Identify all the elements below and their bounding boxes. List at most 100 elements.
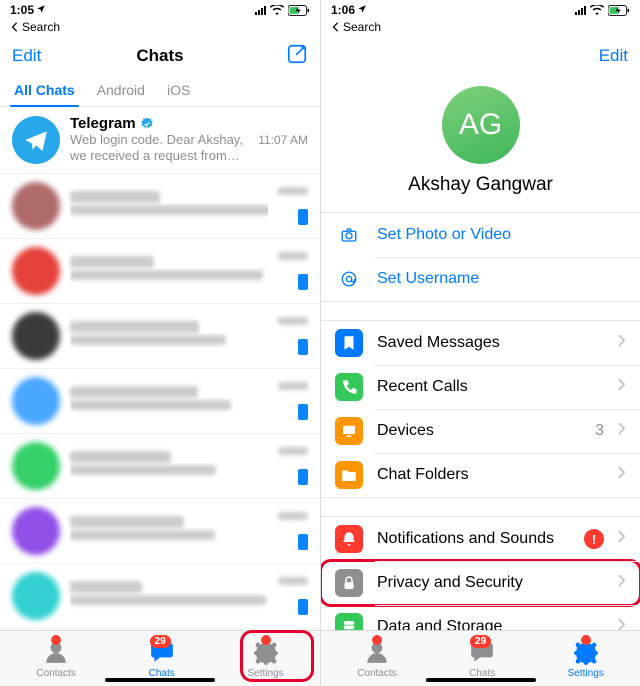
- phone-icon: [335, 373, 363, 401]
- tab-chats[interactable]: 29 Chats: [469, 639, 495, 679]
- chat-preview: Web login code. Dear Akshay, we received…: [70, 132, 248, 165]
- avatar-blurred: [12, 247, 60, 295]
- avatar-blurred: [12, 377, 60, 425]
- set-username-row[interactable]: Set Username: [321, 257, 640, 301]
- avatar-blurred: [12, 312, 60, 360]
- row-label: Devices: [377, 422, 581, 440]
- settings-row-data-and-storage[interactable]: Data and Storage: [321, 605, 640, 630]
- back-to-search[interactable]: Search: [321, 20, 640, 36]
- chat-row-blurred[interactable]: [0, 499, 320, 564]
- device-icon: [335, 417, 363, 445]
- battery-icon: [288, 5, 310, 16]
- avatar-blurred: [12, 572, 60, 620]
- chevron-right-icon: [618, 530, 626, 548]
- chat-row-blurred[interactable]: [0, 174, 320, 239]
- chat-row-blurred[interactable]: [0, 369, 320, 434]
- chat-row-blurred[interactable]: [0, 564, 320, 629]
- unread-indicator: [298, 209, 308, 225]
- chevron-right-icon: [618, 466, 626, 484]
- tab-android[interactable]: Android: [97, 76, 145, 106]
- folder-icon: [335, 461, 363, 489]
- camera-icon: [335, 221, 363, 249]
- settings-row-chat-folders[interactable]: Chat Folders: [321, 453, 640, 497]
- avatar[interactable]: AG: [442, 86, 520, 164]
- chevron-right-icon: [618, 378, 626, 396]
- tab-all-chats[interactable]: All Chats: [14, 76, 75, 106]
- set-photo-row[interactable]: Set Photo or Video: [321, 213, 640, 257]
- avatar-blurred: [12, 507, 60, 555]
- status-time: 1:06: [331, 3, 355, 17]
- settings-badge: [261, 635, 271, 645]
- avatar-blurred: [12, 182, 60, 230]
- mention-icon: [335, 265, 363, 293]
- wifi-icon: [270, 5, 284, 15]
- unread-indicator: [298, 469, 308, 485]
- settings-row-notifications-and-sounds[interactable]: Notifications and Sounds !: [321, 517, 640, 561]
- row-label: Notifications and Sounds: [377, 530, 570, 548]
- chat-list[interactable]: Telegram Web login code. Dear Akshay, we…: [0, 107, 320, 630]
- profile-name: Akshay Gangwar: [408, 174, 553, 196]
- chevron-right-icon: [618, 422, 626, 440]
- unread-indicator: [298, 339, 308, 355]
- nav-bar: Edit: [321, 36, 640, 76]
- row-detail: 3: [595, 422, 604, 440]
- data-icon: [335, 613, 363, 630]
- avatar-blurred: [12, 442, 60, 490]
- chats-screen: 1:05 Search Edit Chats All Chats Android…: [0, 0, 320, 686]
- settings-row-privacy-and-security[interactable]: Privacy and Security: [321, 561, 640, 605]
- wifi-icon: [590, 5, 604, 15]
- edit-button[interactable]: Edit: [599, 46, 628, 66]
- tab-chats[interactable]: 29 Chats: [149, 639, 175, 679]
- chevron-right-icon: [618, 334, 626, 352]
- home-indicator[interactable]: [105, 678, 215, 682]
- tab-bar: Contacts 29 Chats Settings: [0, 630, 320, 686]
- tab-ios[interactable]: iOS: [167, 76, 190, 106]
- verified-icon: [140, 117, 154, 131]
- location-icon: [357, 3, 367, 17]
- tab-settings[interactable]: Settings: [568, 639, 604, 679]
- back-to-search[interactable]: Search: [0, 20, 320, 36]
- status-time: 1:05: [10, 3, 34, 17]
- telegram-avatar: [12, 116, 60, 164]
- tab-contacts[interactable]: Contacts: [357, 639, 396, 679]
- unread-indicator: [298, 599, 308, 615]
- unread-indicator: [298, 534, 308, 550]
- location-icon: [36, 3, 46, 17]
- row-label: Chat Folders: [377, 466, 604, 484]
- chat-row-blurred[interactable]: [0, 434, 320, 499]
- chat-row-blurred[interactable]: [0, 304, 320, 369]
- signal-icon: [255, 6, 266, 15]
- bookmark-icon: [335, 329, 363, 357]
- contacts-badge: [372, 635, 382, 645]
- settings-row-saved-messages[interactable]: Saved Messages: [321, 321, 640, 365]
- chevron-right-icon: [618, 618, 626, 630]
- contacts-badge: [51, 635, 61, 645]
- chat-row-telegram[interactable]: Telegram Web login code. Dear Akshay, we…: [0, 107, 320, 174]
- row-label: Recent Calls: [377, 378, 604, 396]
- signal-icon: [575, 6, 586, 15]
- unread-indicator: [298, 274, 308, 290]
- settings-screen: 1:06 Search Edit AG Akshay Gangwar Set P…: [320, 0, 640, 686]
- settings-row-devices[interactable]: Devices 3: [321, 409, 640, 453]
- battery-icon: [608, 5, 630, 16]
- profile-header: AG Akshay Gangwar: [321, 76, 640, 212]
- status-bar: 1:06: [321, 0, 640, 20]
- chats-badge: 29: [150, 635, 171, 648]
- home-indicator[interactable]: [426, 678, 536, 682]
- compose-button[interactable]: [286, 43, 308, 70]
- row-label: Saved Messages: [377, 334, 604, 352]
- chevron-right-icon: [618, 574, 626, 592]
- page-title: Chats: [0, 46, 320, 66]
- tab-bar: Contacts 29 Chats Settings: [321, 630, 640, 686]
- chat-filter-tabs: All Chats Android iOS: [0, 76, 320, 107]
- bell-icon: [335, 525, 363, 553]
- row-label: Data and Storage: [377, 618, 604, 630]
- chat-row-blurred[interactable]: [0, 239, 320, 304]
- tab-settings[interactable]: Settings: [247, 639, 283, 679]
- edit-button[interactable]: Edit: [12, 46, 41, 66]
- alert-badge: !: [584, 529, 604, 549]
- settings-row-recent-calls[interactable]: Recent Calls: [321, 365, 640, 409]
- tab-contacts[interactable]: Contacts: [36, 639, 75, 679]
- lock-icon: [335, 569, 363, 597]
- chat-time: 11:07 AM: [258, 133, 308, 147]
